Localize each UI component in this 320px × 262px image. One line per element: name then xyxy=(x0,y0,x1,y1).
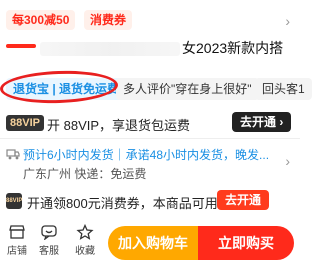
service-nav[interactable]: 客服 xyxy=(34,224,64,257)
product-title-row: 女2023新款内搭 xyxy=(0,36,300,68)
bottom-action-bar: 店铺 客服 收藏 加入购物车 立即购买 xyxy=(0,220,300,262)
repeat-customer-chip[interactable]: 回头客1 xyxy=(255,78,312,100)
vip-coupon-activate-button[interactable]: 去开通 xyxy=(217,190,270,210)
divider xyxy=(0,138,300,139)
chevron-right-icon[interactable]: › xyxy=(285,153,290,169)
favorite-label: 收藏 xyxy=(75,246,95,257)
truck-icon xyxy=(6,149,20,160)
88vip-badge: 88VIP xyxy=(6,115,44,131)
88vip-icon: 88VIP xyxy=(6,193,22,209)
coupon-row[interactable]: 每300减50 消费券 › xyxy=(0,6,300,34)
vip-activate-button[interactable]: 去开通 › xyxy=(232,112,292,132)
store-label: 店铺 xyxy=(7,246,27,257)
store-icon xyxy=(9,225,25,239)
product-title: 女2023新款内搭 xyxy=(182,40,284,56)
shipping-location: 广东广州 快递：免运费 xyxy=(23,167,147,181)
favorite-nav[interactable]: 收藏 xyxy=(70,224,100,257)
discount-tag[interactable]: 每300减50 xyxy=(6,10,76,30)
add-to-cart-button[interactable]: 加入购物车 xyxy=(108,226,198,260)
review-chip[interactable]: 多人评价"穿在身上很好" xyxy=(116,78,259,100)
title-redacted xyxy=(40,42,180,56)
feature-chips: 退货宝 | 退货免运费 多人评价"穿在身上很好" 回头客1 xyxy=(0,76,312,104)
chevron-right-icon[interactable]: › xyxy=(285,13,290,29)
star-icon xyxy=(76,224,94,240)
shipping-info[interactable]: 预计6小时内发货｜承诺48小时内发货，晚发... 广东广州 快递：免运费 › xyxy=(0,145,300,185)
vip-promo-text: 开 88VIP，享退货包运费 xyxy=(47,118,191,133)
title-accent-bar xyxy=(6,44,36,48)
vip-row: 88VIP 开 88VIP，享退货包运费 去开通 › xyxy=(0,112,300,134)
vip-coupon-row: 88VIP 开通领800元消费券，本商品可用 去开通 xyxy=(0,190,300,212)
shipping-eta: 预计6小时内发货｜承诺48小时内发货，晚发... xyxy=(23,148,270,162)
vip-coupon-text: 开通领800元消费券，本商品可用 xyxy=(27,196,218,211)
buy-now-button[interactable]: 立即购买 xyxy=(198,226,294,260)
return-insurance-chip[interactable]: 退货宝 | 退货免运费 xyxy=(6,78,127,100)
consumption-coupon-tag[interactable]: 消费券 xyxy=(84,10,133,30)
service-label: 客服 xyxy=(39,246,59,257)
store-nav[interactable]: 店铺 xyxy=(2,224,32,257)
customer-service-icon xyxy=(41,225,57,240)
